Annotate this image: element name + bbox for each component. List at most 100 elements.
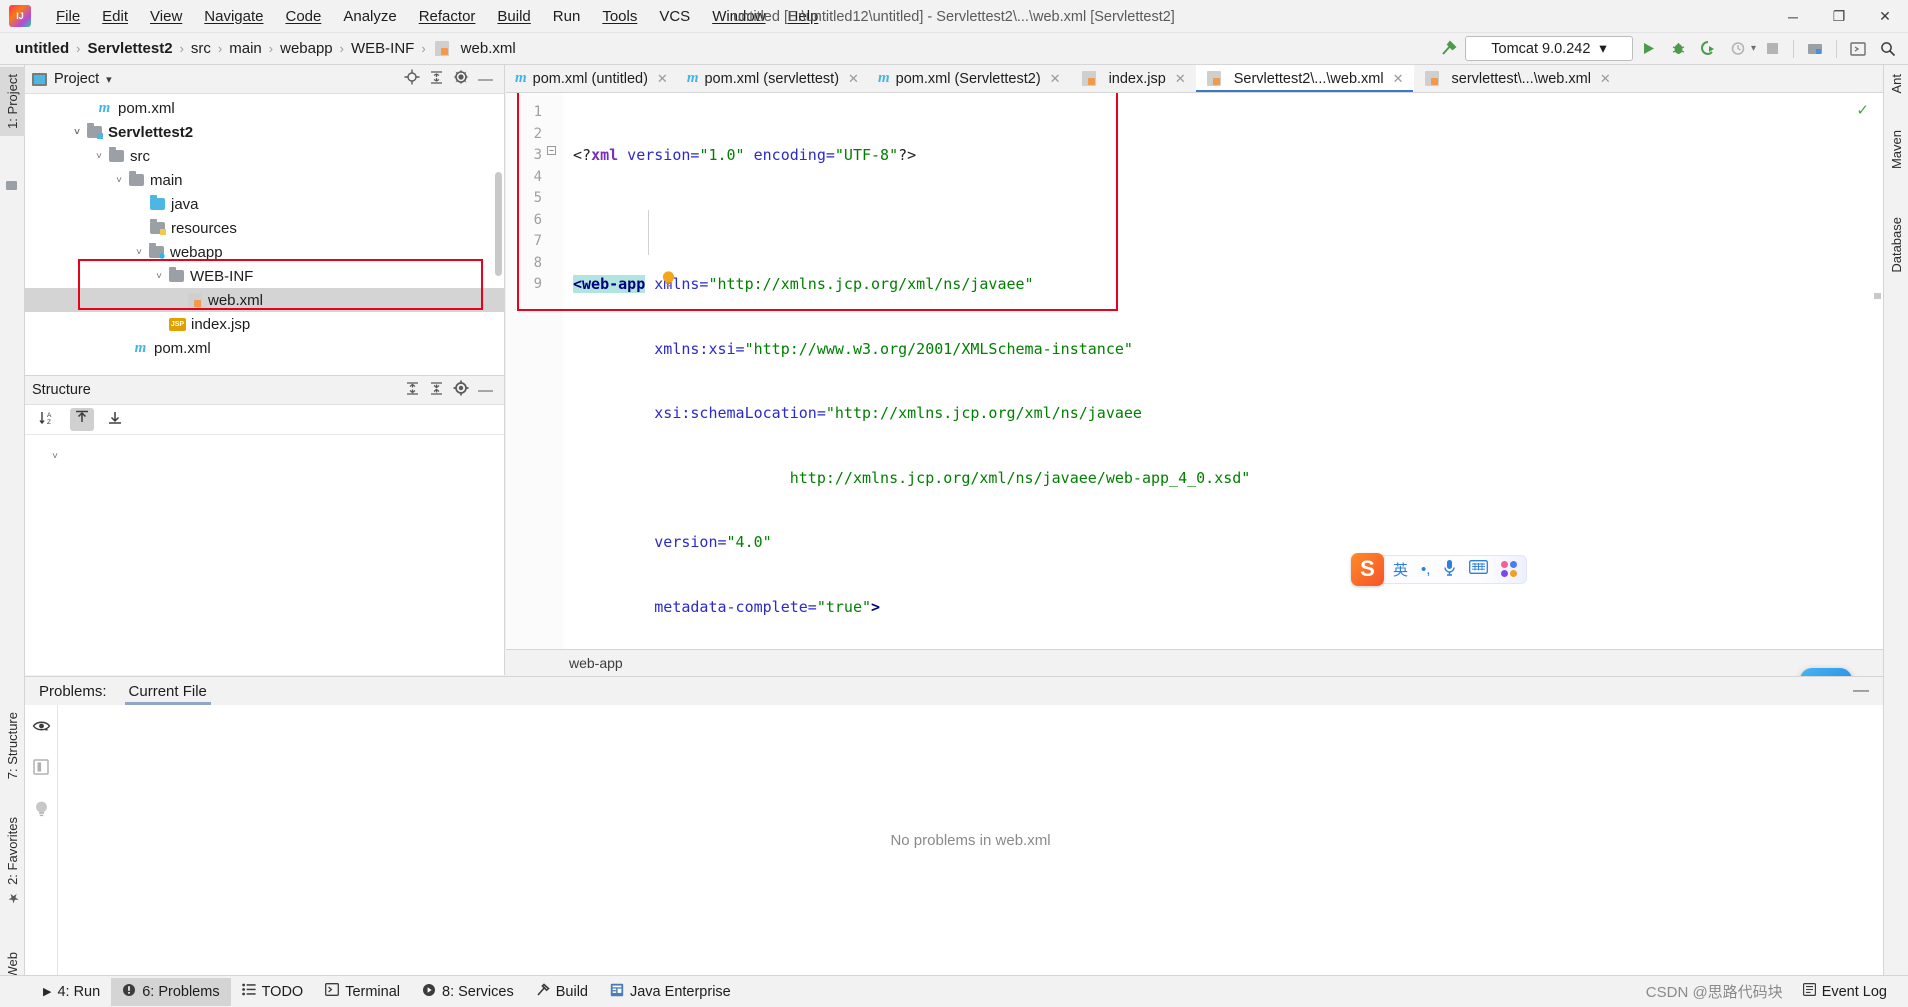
breadcrumb-untitled[interactable]: untitled xyxy=(10,38,74,59)
editor-tab-pom-untitled[interactable]: m pom.xml (untitled) ✕ xyxy=(506,65,678,92)
expand-all-icon[interactable] xyxy=(405,381,420,400)
profiler-icon[interactable] xyxy=(1725,36,1753,62)
profiler-dropdown-arrow[interactable]: ▾ xyxy=(1751,43,1756,54)
stop-button[interactable] xyxy=(1758,36,1786,62)
project-tree-scrollbar[interactable] xyxy=(495,172,502,276)
eye-preview-icon[interactable] xyxy=(32,719,51,738)
event-log-button[interactable]: Event Log xyxy=(1792,978,1898,1006)
menu-vcs[interactable]: VCS xyxy=(648,4,701,29)
sidebar-item-structure[interactable]: 7: Structure xyxy=(0,705,25,786)
sort-alphabetically-icon[interactable]: AZ xyxy=(39,410,57,430)
editor-tab-pom-servlettest2[interactable]: m pom.xml (Servlettest2) ✕ xyxy=(869,65,1071,92)
debug-icon[interactable] xyxy=(1665,36,1693,62)
menu-code[interactable]: Code xyxy=(274,4,332,29)
apps-grid-icon[interactable] xyxy=(1501,561,1518,577)
chevron-down-icon[interactable]: ˅ xyxy=(151,271,167,282)
menu-tools[interactable]: Tools xyxy=(591,4,648,29)
sidebar-item-project[interactable]: 1: Project xyxy=(0,67,25,136)
menu-file[interactable]: File xyxy=(45,4,91,29)
sidebar-item-ant[interactable]: Ant xyxy=(1884,67,1908,101)
menu-run[interactable]: Run xyxy=(542,4,592,29)
hide-panel-icon[interactable]: — xyxy=(478,382,493,399)
editor-tab-pom-servlettest[interactable]: m pom.xml (servlettest) ✕ xyxy=(678,65,869,92)
status-item-problems[interactable]: 6: Problems xyxy=(111,977,231,1006)
ime-language-mode[interactable]: 英 xyxy=(1393,559,1408,580)
breadcrumb-webapp[interactable]: webapp xyxy=(275,38,338,59)
status-item-java-enterprise[interactable]: Java Enterprise xyxy=(599,978,742,1006)
editor-breadcrumb-label[interactable]: web-app xyxy=(569,655,623,671)
microphone-icon[interactable] xyxy=(1443,559,1456,580)
tree-item-src[interactable]: ˅ src xyxy=(25,144,504,168)
settings-gear-icon[interactable] xyxy=(453,380,469,400)
bulb-icon[interactable] xyxy=(34,800,49,822)
tree-item-main[interactable]: ˅ main xyxy=(25,168,504,192)
tree-item-web-inf[interactable]: ˅ WEB-INF xyxy=(25,264,504,288)
chevron-down-icon[interactable]: ˅ xyxy=(131,247,147,258)
structure-tree[interactable]: ˅ xyxy=(25,435,504,675)
project-structure-icon[interactable] xyxy=(1801,36,1829,62)
chevron-down-icon[interactable]: ˅ xyxy=(91,151,107,162)
collapse-all-icon[interactable] xyxy=(429,70,444,89)
close-icon[interactable]: ✕ xyxy=(1393,71,1404,87)
collapse-all-icon[interactable] xyxy=(429,381,444,400)
maximize-button[interactable]: ❐ xyxy=(1816,0,1862,33)
menu-edit[interactable]: Edit xyxy=(91,4,139,29)
code-content[interactable]: <?xml version="1.0" encoding="UTF-8"?> <… xyxy=(517,93,1883,649)
terminal-icon[interactable] xyxy=(1844,36,1872,62)
breadcrumb-servlettest2[interactable]: Servlettest2 xyxy=(83,38,178,59)
tree-item-webapp[interactable]: ˅ webapp xyxy=(25,240,504,264)
breadcrumb-web-inf[interactable]: WEB-INF xyxy=(346,38,419,59)
status-item-terminal[interactable]: Terminal xyxy=(314,978,411,1006)
status-item-build[interactable]: Build xyxy=(525,978,599,1006)
ime-punctuation-toggle[interactable]: •, xyxy=(1421,561,1430,578)
ime-toolbar[interactable]: S 英 •, xyxy=(1351,551,1528,587)
breadcrumb-main[interactable]: main xyxy=(224,38,267,59)
tab-current-file[interactable]: Current File xyxy=(124,677,212,705)
sogou-ime-logo-icon[interactable]: S xyxy=(1351,552,1384,586)
close-icon[interactable]: ✕ xyxy=(1050,71,1061,87)
split-view-icon[interactable] xyxy=(33,759,49,779)
status-item-run[interactable]: ▶ 4: Run xyxy=(32,978,111,1006)
editor-tab-servlettest2-web-xml[interactable]: Servlettest2\...\web.xml ✕ xyxy=(1195,65,1414,92)
close-icon[interactable]: ✕ xyxy=(848,71,859,87)
run-with-coverage-icon[interactable] xyxy=(1695,36,1723,62)
build-icon[interactable] xyxy=(1435,36,1463,62)
minimize-button[interactable]: ─ xyxy=(1770,0,1816,33)
sidebar-item-favorites[interactable]: ★ 2: Favorites xyxy=(0,810,25,912)
tree-item-resources[interactable]: resources xyxy=(25,216,504,240)
menu-build[interactable]: Build xyxy=(486,4,541,29)
editor-tab-index-jsp[interactable]: index.jsp ✕ xyxy=(1071,65,1196,92)
code-editor[interactable]: 1 2 3 4 5 6 7 8 9 <?xml version="1.0" en… xyxy=(506,93,1883,649)
menu-refactor[interactable]: Refactor xyxy=(408,4,487,29)
menu-window[interactable]: Window xyxy=(701,4,776,29)
chevron-down-icon[interactable]: ˅ xyxy=(69,127,85,138)
menu-view[interactable]: View xyxy=(139,4,193,29)
close-button[interactable]: ✕ xyxy=(1862,0,1908,33)
editor-tab-servlettest-web-xml[interactable]: servlettest\...\web.xml ✕ xyxy=(1414,65,1621,92)
status-item-todo[interactable]: TODO xyxy=(231,978,315,1006)
close-icon[interactable]: ✕ xyxy=(1600,71,1611,87)
menu-help[interactable]: Help xyxy=(777,4,830,29)
hide-panel-icon[interactable]: — xyxy=(1853,682,1869,700)
tree-item-index-jsp[interactable]: JSP index.jsp xyxy=(25,312,504,336)
hide-panel-icon[interactable]: — xyxy=(478,71,493,88)
locate-icon[interactable] xyxy=(404,69,420,89)
tree-item-pom-xml-module[interactable]: m pom.xml xyxy=(25,336,504,360)
menu-analyze[interactable]: Analyze xyxy=(332,4,407,29)
breadcrumb-web-xml[interactable]: web.xml xyxy=(428,38,521,59)
inspection-ok-icon[interactable]: ✓ xyxy=(1856,101,1869,119)
structure-root-node[interactable]: ˅ xyxy=(25,444,504,468)
project-structure-mini-icon[interactable] xyxy=(0,173,25,199)
tree-item-web-xml[interactable]: web.xml xyxy=(25,288,504,312)
chevron-down-icon[interactable]: ˅ xyxy=(47,451,63,462)
run-button[interactable] xyxy=(1635,36,1663,62)
breadcrumb-src[interactable]: src xyxy=(186,38,216,59)
show-ancestors-icon[interactable] xyxy=(70,408,94,431)
intention-bulb-icon[interactable] xyxy=(571,248,676,316)
editor-scrollbar[interactable] xyxy=(1871,121,1883,623)
keyboard-icon[interactable] xyxy=(1469,560,1489,578)
tree-item-pom-xml-root[interactable]: m pom.xml xyxy=(25,96,504,120)
run-configuration-selector[interactable]: Tomcat 9.0.242 ▾ xyxy=(1464,36,1633,61)
code-fold-marker-line3[interactable]: − xyxy=(547,146,556,155)
tree-item-servlettest2[interactable]: ˅ Servlettest2 xyxy=(25,120,504,144)
